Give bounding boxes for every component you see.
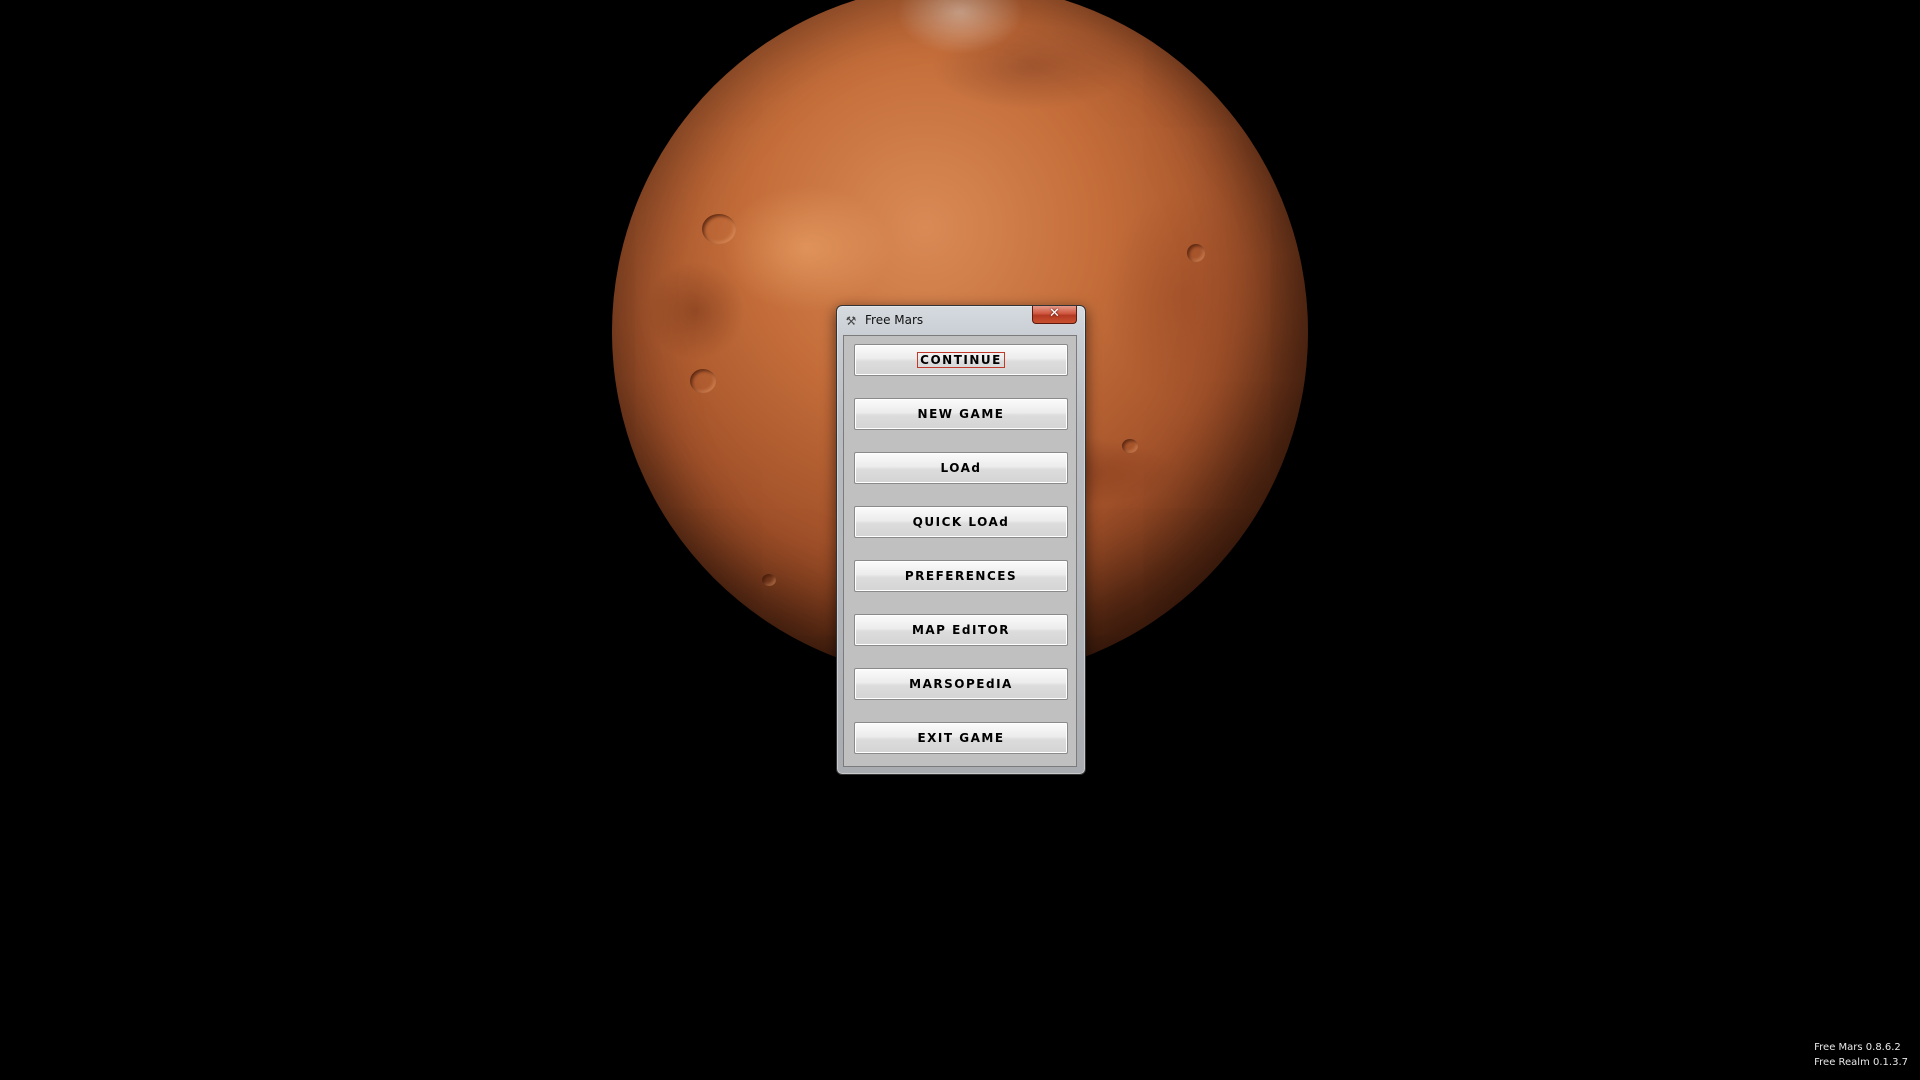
map-editor-label: MAP EdITOR <box>911 623 1011 637</box>
wrench-icon: ⚒ <box>845 314 857 328</box>
new-game-label: NEW GAME <box>917 407 1005 421</box>
game-background: ⚒ Free Mars ✕ CONTINUE NEW GAME LOAd QUI… <box>0 0 1920 1080</box>
exit-game-label: EXIT GAME <box>917 731 1005 745</box>
menu-panel: CONTINUE NEW GAME LOAd QUICK LOAd PREFER… <box>843 335 1077 767</box>
window-title: Free Mars <box>865 313 924 327</box>
preferences-button[interactable]: PREFERENCES <box>854 560 1068 592</box>
quick-load-button[interactable]: QUICK LOAd <box>854 506 1068 538</box>
marsopedia-button[interactable]: MARSOPEdIA <box>854 668 1068 700</box>
crater <box>690 369 716 393</box>
window-titlebar[interactable]: ⚒ Free Mars ✕ <box>837 306 1085 334</box>
close-button[interactable]: ✕ <box>1032 306 1077 324</box>
continue-label: CONTINUE <box>917 352 1005 368</box>
main-menu-window: ⚒ Free Mars ✕ CONTINUE NEW GAME LOAd QUI… <box>836 305 1086 775</box>
continue-button[interactable]: CONTINUE <box>854 344 1068 376</box>
free-mars-version: Free Mars 0.8.6.2 <box>1814 1042 1901 1053</box>
crater <box>1187 244 1205 262</box>
new-game-button[interactable]: NEW GAME <box>854 398 1068 430</box>
load-button[interactable]: LOAd <box>854 452 1068 484</box>
exit-game-button[interactable]: EXIT GAME <box>854 722 1068 754</box>
map-editor-button[interactable]: MAP EdITOR <box>854 614 1068 646</box>
crater <box>702 214 736 244</box>
crater <box>762 574 776 586</box>
marsopedia-label: MARSOPEdIA <box>909 677 1013 691</box>
preferences-label: PREFERENCES <box>904 569 1018 583</box>
version-info: Free Mars 0.8.6.2 Free Realm 0.1.3.7 <box>1814 1040 1908 1070</box>
free-realm-version: Free Realm 0.1.3.7 <box>1814 1057 1908 1068</box>
quick-load-label: QUICK LOAd <box>912 515 1010 529</box>
crater <box>1122 439 1138 453</box>
load-label: LOAd <box>940 461 982 475</box>
close-icon: ✕ <box>1049 306 1060 321</box>
